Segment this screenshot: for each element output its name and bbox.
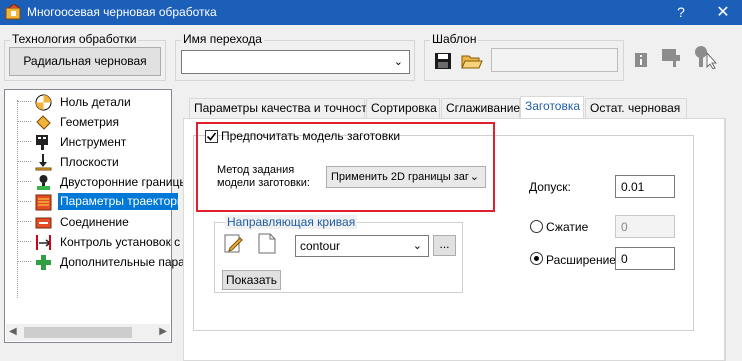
compression-label: Сжатие	[546, 220, 589, 234]
tree-connector	[17, 261, 31, 262]
right-scrollbar[interactable]	[725, 118, 742, 361]
radio-dot	[534, 256, 539, 261]
tree-connector	[17, 181, 31, 182]
tree-item-toolpath-params[interactable]: Параметры траектории	[5, 192, 178, 212]
tree-connector	[17, 141, 31, 142]
tree-item-label: Геометрия	[60, 115, 119, 129]
geometry-icon	[35, 114, 52, 131]
tolerance-value: 0.01	[621, 180, 645, 194]
app-icon	[5, 3, 23, 21]
title-bar: Многоосевая черновая обработка ? ✕	[0, 0, 742, 25]
tree-item-two-sided-boundaries[interactable]: Двусторонние границы	[5, 172, 188, 192]
tech-button[interactable]: Радиальная черновая	[9, 47, 161, 76]
scrollbar-thumb[interactable]	[24, 327, 132, 338]
guide-curve-label: Направляющая кривая	[225, 215, 358, 229]
tree-item-setup-control[interactable]: Контроль установок с	[5, 232, 180, 252]
tab-rest-roughing[interactable]: Остат. черновая	[585, 98, 687, 118]
op-name-dropdown[interactable]: ⌄	[181, 50, 410, 74]
chevron-down-icon: ⌄	[412, 240, 422, 252]
tab-quality[interactable]: Параметры качества и точности	[189, 98, 373, 118]
help-button[interactable]: ?	[664, 0, 698, 25]
tab-smoothing[interactable]: Сглаживание	[441, 98, 520, 118]
tree-item-label: Ноль детали	[60, 95, 131, 109]
tree-item-tool[interactable]: Инструмент	[5, 132, 171, 152]
expansion-label: Расширение	[546, 253, 616, 267]
close-button[interactable]: ✕	[704, 0, 742, 25]
tree-connector	[17, 101, 31, 102]
toolpath-params-icon	[35, 194, 52, 211]
setup-control-icon	[35, 234, 52, 251]
tree-item-link[interactable]: Соединение	[5, 212, 171, 232]
question-mark-icon: ?	[677, 4, 685, 20]
curve-value: contour	[300, 239, 341, 253]
tree-horizontal-scrollbar[interactable]: ◀ ▶	[6, 324, 170, 341]
two-sided-boundaries-icon	[35, 174, 52, 191]
show-button[interactable]: Показать	[222, 270, 281, 290]
tolerance-field[interactable]: 0.01	[615, 175, 675, 198]
scroll-right-icon[interactable]: ▶	[159, 326, 167, 337]
curve-dropdown[interactable]: contour ⌄	[295, 235, 429, 257]
prefer-stock-label: Предпочитать модель заготовки	[221, 129, 401, 143]
tab-sorting[interactable]: Сортировка	[366, 98, 440, 118]
method-label-line2: модели заготовки:	[217, 177, 310, 189]
tree-connector	[17, 221, 31, 222]
close-icon: ✕	[716, 4, 730, 21]
tree-item-additional-params[interactable]: Дополнительные пара	[5, 252, 185, 272]
tree-connector	[17, 201, 31, 202]
expansion-field[interactable]: 0	[615, 247, 675, 270]
info-icon[interactable]	[634, 52, 648, 68]
tree-item-label: Соединение	[60, 215, 129, 229]
link-icon	[35, 214, 52, 231]
part-zero-icon	[35, 94, 52, 111]
expansion-radio[interactable]	[530, 252, 543, 265]
compression-value: 0	[621, 220, 628, 234]
chevron-down-icon: ⌄	[393, 56, 403, 68]
tech-group-label: Технология обработки	[10, 32, 139, 46]
tree-item-label: Плоскости	[60, 155, 119, 169]
tree-item-part-zero[interactable]: Ноль детали	[5, 92, 171, 112]
curve-browse-button[interactable]: ...	[433, 235, 456, 256]
method-label-line1: Метод задания	[217, 164, 295, 176]
compression-radio[interactable]	[530, 220, 543, 233]
tool-icon	[35, 134, 52, 151]
template-label: Шаблон	[430, 32, 479, 46]
tree-item-label: Двусторонние границы	[60, 175, 189, 189]
tree-item-label: Контроль установок с	[60, 235, 181, 249]
operation-tree[interactable]: Ноль детали Геометрия Инструмент Плоскос…	[4, 89, 188, 343]
chevron-down-icon: ⌄	[469, 171, 479, 183]
tab-strip: Параметры качества и точности Сортировка…	[189, 96, 719, 120]
compression-field[interactable]: 0	[615, 215, 675, 238]
additional-params-icon	[35, 254, 52, 271]
tree-item-geometry[interactable]: Геометрия	[5, 112, 171, 132]
expansion-value: 0	[621, 252, 628, 266]
edit-curve-icon[interactable]	[224, 234, 244, 254]
method-dropdown[interactable]: Применить 2D границы заг ⌄	[326, 166, 486, 188]
template-field[interactable]	[491, 48, 618, 72]
tree-item-label: Дополнительные пара	[60, 255, 185, 269]
tolerance-label: Допуск:	[529, 180, 571, 194]
prefer-stock-checkbox[interactable]	[205, 130, 218, 143]
tree-item-planes[interactable]: Плоскости	[5, 152, 171, 172]
tab-stock[interactable]: Заготовка	[520, 96, 584, 118]
planes-icon	[35, 154, 52, 171]
open-folder-icon[interactable]	[461, 51, 483, 71]
tree-connector	[17, 161, 31, 162]
op-name-label: Имя перехода	[181, 32, 264, 46]
tool-database-icon[interactable]	[660, 45, 684, 69]
window-title: Многоосевая черновая обработка	[27, 5, 217, 19]
tree-item-label: Инструмент	[60, 135, 127, 149]
tree-item-label: Параметры траектории	[58, 193, 178, 210]
tool-select-icon[interactable]	[693, 45, 719, 70]
new-curve-icon[interactable]	[258, 233, 276, 254]
tree-connector	[17, 241, 31, 242]
method-value: Применить 2D границы заг	[331, 171, 469, 183]
tree-connector	[17, 121, 31, 122]
scroll-left-icon[interactable]: ◀	[9, 326, 17, 337]
save-icon[interactable]	[433, 51, 453, 71]
